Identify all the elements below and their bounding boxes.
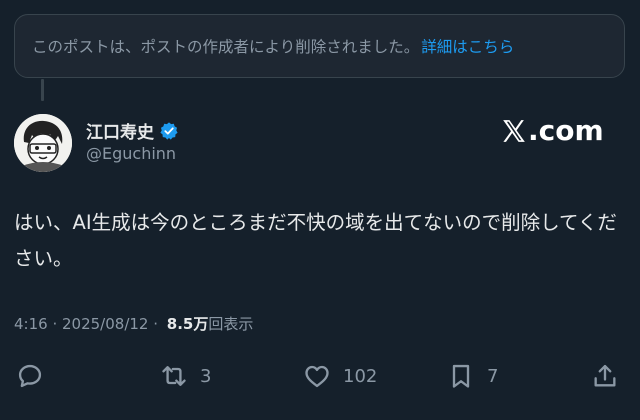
view-count[interactable]: 8.5 [167,315,194,333]
brand-domain-label: .com [528,114,604,147]
bookmark-button[interactable]: 7 [447,356,498,396]
meta-separator: · [148,315,163,333]
tweet-body-text: はい、AI生成は今のところまだ不快の域を出てないので削除してください。 [14,211,617,270]
heart-icon [303,362,331,390]
verified-badge-icon [160,121,178,140]
like-button[interactable]: 102 [303,356,377,396]
deleted-post-notice: このポストは、ポストの作成者により削除されました。 詳細はこちら [14,14,625,78]
view-count-unit: 万 [193,315,209,333]
bookmark-icon [447,362,475,390]
author-display-name[interactable]: 江口寿史 [86,118,154,143]
reply-icon [16,362,44,390]
tweet-meta: 4:16 · 2025/08/12 · 8.5 万 回表示 [14,313,253,334]
reply-button[interactable] [16,356,56,396]
like-count: 102 [343,365,378,387]
author-handle[interactable]: @Eguchinn [86,144,176,163]
share-icon [591,362,619,390]
thread-connector-line [41,79,44,101]
author-name-row[interactable]: 江口寿史 [86,118,178,143]
tweet-page: このポストは、ポストの作成者により削除されました。 詳細はこちら 江口寿史 @E… [0,0,640,420]
share-button[interactable] [591,356,619,396]
tweet-date[interactable]: 2025/08/12 [62,315,148,333]
x-logo-icon [501,118,527,144]
deleted-notice-text: このポストは、ポストの作成者により削除されました。 [32,38,420,56]
meta-separator: · [47,315,62,333]
bookmark-count: 7 [487,365,499,387]
tweet-time[interactable]: 4:16 [14,315,48,333]
views-label: 回表示 [208,315,254,333]
learn-more-link[interactable]: 詳細はこちら [421,35,514,57]
retweet-count: 3 [200,365,212,387]
tweet-actions-bar: 3 102 7 [0,356,640,396]
avatar[interactable] [14,114,72,172]
retweet-icon [160,362,188,390]
x-com-brand: .com [501,114,604,147]
retweet-button[interactable]: 3 [160,356,211,396]
